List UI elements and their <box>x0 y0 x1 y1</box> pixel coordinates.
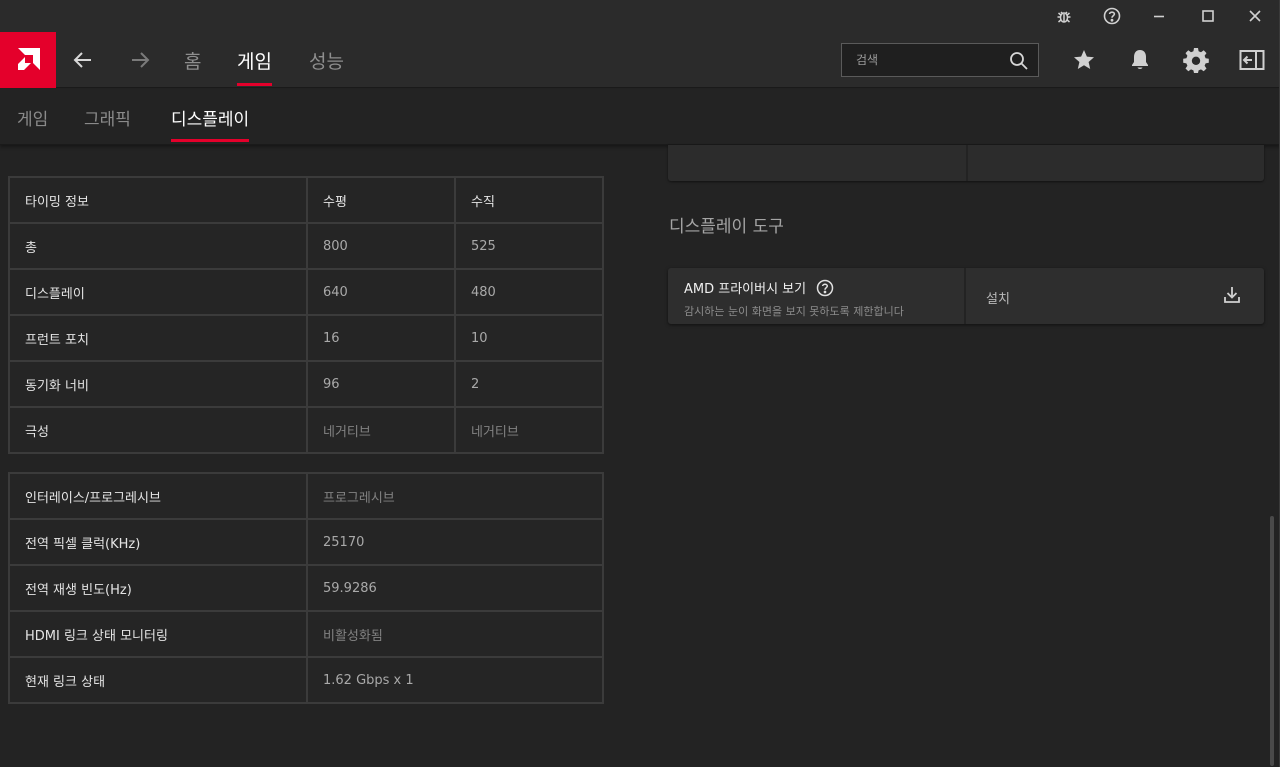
horizontal-value: 800 <box>306 224 454 268</box>
table-row: 프런트 포치 16 10 <box>10 314 602 360</box>
table-row: 동기화 너비 96 2 <box>10 360 602 406</box>
sub-tab-games[interactable]: 게임 <box>17 89 48 145</box>
privacy-view-title: AMD 프라이버시 보기 <box>684 278 834 297</box>
bell-icon[interactable] <box>1125 45 1155 75</box>
vertical-value: 480 <box>454 270 602 314</box>
star-icon[interactable] <box>1069 45 1099 75</box>
amd-logo[interactable] <box>0 32 56 88</box>
row-label: 전역 재생 빈도(Hz) <box>25 582 132 598</box>
table-row: 극성 네거티브 네거티브 <box>10 406 602 452</box>
vertical-value: 525 <box>454 224 602 268</box>
section-title-display-tools: 디스플레이 도구 <box>669 217 784 237</box>
bug-icon[interactable] <box>1042 0 1086 32</box>
horizontal-value: 16 <box>306 316 454 360</box>
vertical-value: 네거티브 <box>454 408 602 452</box>
vertical-value: 10 <box>454 316 602 360</box>
card-divider <box>966 145 968 181</box>
sub-nav: 게임 그래픽 디스플레이 <box>0 89 1280 145</box>
table-row: HDMI 링크 상태 모니터링 비활성화됨 <box>10 610 602 656</box>
sub-tab-display[interactable]: 디스플레이 <box>171 89 250 145</box>
minimize-icon[interactable] <box>1137 0 1181 32</box>
back-arrow-icon[interactable] <box>67 44 99 76</box>
nav-tab-performance[interactable]: 성능 <box>309 32 344 88</box>
row-label: 전역 픽셀 클럭(KHz) <box>25 536 141 552</box>
row-label: 현재 링크 상태 <box>25 674 106 690</box>
nav-tab-gaming[interactable]: 게임 <box>237 32 272 88</box>
gear-icon[interactable] <box>1181 45 1211 75</box>
search-box[interactable] <box>841 43 1039 77</box>
row-label: HDMI 링크 상태 모니터링 <box>25 628 168 644</box>
row-label: 프런트 포치 <box>25 332 89 348</box>
row-value: 25170 <box>306 520 602 564</box>
table-row: 총 800 525 <box>10 222 602 268</box>
title-bar <box>0 0 1280 32</box>
privacy-view-description: 감시하는 눈이 화면을 보지 못하도록 제한합니다 <box>684 305 904 318</box>
horizontal-value: 96 <box>306 362 454 406</box>
vertical-scrollbar[interactable] <box>1270 516 1274 766</box>
maximize-icon[interactable] <box>1186 0 1230 32</box>
row-value: 1.62 Gbps x 1 <box>306 658 602 702</box>
row-label: 동기화 너비 <box>25 378 89 394</box>
table-header: 타이밍 정보 <box>25 194 89 210</box>
row-label: 디스플레이 <box>25 286 85 302</box>
help-icon[interactable] <box>816 279 834 297</box>
row-value: 비활성화됨 <box>306 612 602 656</box>
download-icon[interactable] <box>1222 285 1242 309</box>
table-header: 수직 <box>454 178 602 222</box>
help-icon[interactable] <box>1090 0 1134 32</box>
privacy-view-title-text: AMD 프라이버시 보기 <box>684 282 807 297</box>
sidebar-toggle-icon[interactable] <box>1237 45 1267 75</box>
signal-info-table: 인터레이스/프로그레시브 프로그레시브 전역 픽셀 클럭(KHz) 25170 … <box>8 472 604 704</box>
search-icon[interactable] <box>1009 51 1029 75</box>
forward-arrow-icon[interactable] <box>124 44 156 76</box>
sub-tab-graphics[interactable]: 그래픽 <box>84 89 131 145</box>
nav-tab-home[interactable]: 홈 <box>184 32 201 88</box>
horizontal-value: 640 <box>306 270 454 314</box>
table-row: 현재 링크 상태 1.62 Gbps x 1 <box>10 656 602 702</box>
table-row: 전역 픽셀 클럭(KHz) 25170 <box>10 518 602 564</box>
table-header: 수평 <box>306 178 454 222</box>
table-row: 전역 재생 빈도(Hz) 59.9286 <box>10 564 602 610</box>
horizontal-value: 네거티브 <box>306 408 454 452</box>
row-label: 극성 <box>25 424 49 440</box>
previous-setting-card <box>668 145 1264 181</box>
privacy-view-card: AMD 프라이버시 보기 감시하는 눈이 화면을 보지 못하도록 제한합니다 설… <box>668 268 1264 324</box>
search-input[interactable] <box>856 53 1006 67</box>
vertical-value: 2 <box>454 362 602 406</box>
row-label: 총 <box>25 240 37 256</box>
close-icon[interactable] <box>1233 0 1277 32</box>
row-value: 59.9286 <box>306 566 602 610</box>
install-button[interactable]: 설치 <box>986 288 1010 307</box>
table-row: 디스플레이 640 480 <box>10 268 602 314</box>
table-row: 인터레이스/프로그레시브 프로그레시브 <box>10 474 602 518</box>
privacy-view-info: AMD 프라이버시 보기 감시하는 눈이 화면을 보지 못하도록 제한합니다 <box>668 268 966 324</box>
timing-info-table: 타이밍 정보 수평 수직 총 800 525 디스플레이 640 480 프런트… <box>8 176 604 454</box>
row-label: 인터레이스/프로그레시브 <box>25 490 161 506</box>
table-header-row: 타이밍 정보 수평 수직 <box>10 178 602 222</box>
row-value: 프로그레시브 <box>306 474 602 518</box>
main-nav: 홈 게임 성능 <box>0 32 1280 88</box>
